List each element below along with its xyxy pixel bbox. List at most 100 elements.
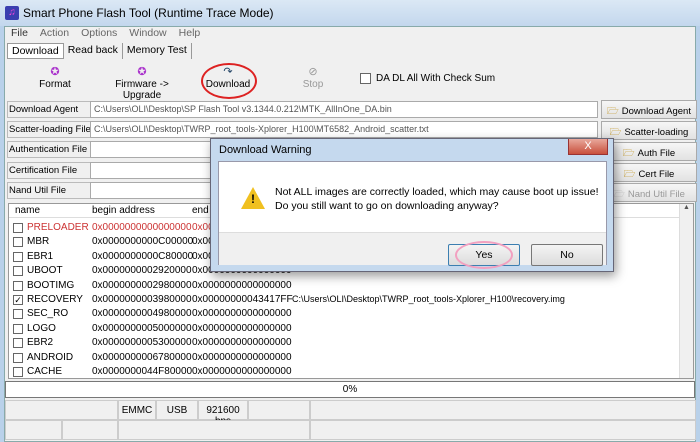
row-begin: 0x0000000005300000 bbox=[92, 337, 192, 349]
auth-button-label: Auth File bbox=[637, 148, 676, 159]
table-row[interactable]: SEC_RO 0x0000000004980000 0x000000000000… bbox=[9, 307, 679, 321]
format-icon: ✪ bbox=[50, 66, 60, 78]
row-checkbox[interactable] bbox=[13, 323, 23, 334]
auth-file-button[interactable]: 🗁 Auth File bbox=[601, 142, 697, 161]
tab-bar: Download Read back Memory Test bbox=[7, 43, 192, 59]
row-begin: 0x0000000006780000 bbox=[92, 351, 192, 363]
row-checkbox[interactable] bbox=[13, 223, 23, 233]
table-row[interactable]: LOGO 0x0000000005000000 0x00000000000000… bbox=[9, 322, 679, 336]
table-row[interactable]: BOOTIMG 0x0000000002980000 0x00000000000… bbox=[9, 279, 679, 293]
row-name: EBR2 bbox=[27, 337, 54, 349]
table-row[interactable]: CACHE 0x0000000044F80000 0x0000000000000… bbox=[9, 365, 679, 379]
row-name: MBR bbox=[27, 236, 50, 248]
cert-button-label: Cert File bbox=[638, 169, 675, 180]
tab-read-back[interactable]: Read back bbox=[63, 43, 123, 59]
row-checkbox[interactable] bbox=[13, 237, 23, 248]
nand-button-label: Nand Util File bbox=[627, 189, 685, 200]
row-name: RECOVERY bbox=[27, 294, 83, 305]
row-name: LOGO bbox=[27, 322, 56, 334]
nand-util-label: Nand Util File bbox=[7, 182, 91, 199]
row-begin: 0x0000000004980000 bbox=[92, 308, 192, 320]
menu-help[interactable]: Help bbox=[179, 27, 201, 41]
row-checkbox[interactable] bbox=[13, 338, 23, 349]
row-checkbox[interactable] bbox=[13, 251, 23, 262]
row-end: 0x0000000000000000 bbox=[192, 279, 292, 291]
row-name: ANDROID bbox=[27, 351, 74, 363]
row-checkbox[interactable] bbox=[13, 352, 23, 363]
cert-file-button[interactable]: 🗁 Cert File bbox=[601, 163, 697, 182]
table-row[interactable]: ✓ RECOVERY 0x0000000003980000 0x00000000… bbox=[9, 293, 679, 307]
status-cell bbox=[310, 420, 696, 440]
download-agent-input[interactable]: C:\Users\OLI\Desktop\SP Flash Tool v3.13… bbox=[90, 101, 598, 118]
row-end: 0x0000000000000000 bbox=[192, 337, 292, 349]
table-row[interactable]: EBR2 0x0000000005300000 0x00000000000000… bbox=[9, 336, 679, 350]
stop-icon: ⊘ bbox=[308, 66, 318, 78]
progress-bar: 0% bbox=[5, 381, 695, 398]
dialog-close-button[interactable]: X bbox=[568, 139, 608, 155]
row-begin: 0x0000000044F80000 bbox=[92, 366, 193, 377]
row-checkbox[interactable] bbox=[13, 266, 23, 277]
status-cell bbox=[62, 420, 118, 440]
menu-options[interactable]: Options bbox=[81, 27, 117, 41]
stop-label: Stop bbox=[302, 79, 324, 90]
stop-button[interactable]: ⊘ Stop bbox=[298, 65, 328, 90]
no-button[interactable]: No bbox=[531, 244, 603, 266]
scrollbar[interactable]: ▲ bbox=[679, 204, 693, 378]
row-end: 0x0000000000000000 bbox=[192, 366, 292, 377]
scatter-loading-button[interactable]: 🗁 Scatter-loading bbox=[601, 121, 697, 140]
tab-memory-test[interactable]: Memory Test bbox=[122, 43, 192, 59]
scatter-file-label: Scatter-loading File bbox=[7, 121, 91, 138]
dialog-body: ! Not ALL images are correctly loaded, w… bbox=[218, 161, 607, 269]
row-end: 0x0000000000000000 bbox=[192, 308, 292, 320]
download-agent-button-label: Download Agent bbox=[621, 106, 691, 117]
status-storage: EMMC bbox=[118, 400, 156, 420]
format-label: Format bbox=[39, 79, 71, 90]
folder-icon: 🗁 bbox=[609, 127, 622, 138]
col-name[interactable]: name bbox=[15, 205, 40, 216]
row-begin: 0x0000000002980000 bbox=[92, 279, 192, 291]
tab-download[interactable]: Download bbox=[7, 43, 64, 59]
firmware-label: Firmware -> Upgrade bbox=[115, 79, 169, 101]
app-icon: ♫ bbox=[5, 6, 19, 20]
row-end: 0x00000000043417FF bbox=[192, 294, 293, 305]
status-baud: 921600 bps bbox=[198, 400, 248, 427]
col-begin[interactable]: begin address bbox=[92, 205, 155, 216]
status-cell bbox=[248, 400, 310, 420]
window-title: Smart Phone Flash Tool (Runtime Trace Mo… bbox=[23, 6, 274, 20]
checksum-label: DA DL All With Check Sum bbox=[376, 73, 496, 84]
nand-util-button[interactable]: 🗁 Nand Util File bbox=[601, 183, 697, 202]
row-end: 0x0000000000000000 bbox=[192, 322, 292, 334]
auth-file-label: Authentication File bbox=[7, 141, 91, 158]
firmware-upgrade-button[interactable]: ✪ Firmware -> Upgrade bbox=[97, 65, 187, 101]
row-name: EBR1 bbox=[27, 250, 54, 262]
status-cell bbox=[5, 420, 62, 440]
table-row[interactable]: ANDROID 0x0000000006780000 0x00000000000… bbox=[9, 351, 679, 365]
download-agent-button[interactable]: 🗁 Download Agent bbox=[601, 100, 697, 119]
download-agent-label: Download Agent bbox=[7, 101, 91, 118]
format-button[interactable]: ✪ Format bbox=[35, 65, 75, 90]
row-begin: 0x0000000002920000 bbox=[92, 265, 192, 277]
row-checkbox[interactable] bbox=[13, 280, 23, 291]
row-name: UBOOT bbox=[27, 265, 63, 277]
status-cell bbox=[118, 420, 310, 440]
menu-file[interactable]: File bbox=[11, 27, 28, 41]
row-checkbox[interactable] bbox=[13, 309, 23, 320]
menu-action[interactable]: Action bbox=[40, 27, 69, 41]
row-name: BOOTIMG bbox=[27, 279, 75, 291]
status-port: USB bbox=[156, 400, 198, 420]
menu-window[interactable]: Window bbox=[129, 27, 166, 41]
scatter-button-label: Scatter-loading bbox=[624, 127, 689, 138]
dialog-message-line2: Do you still want to go on downloading a… bbox=[275, 200, 499, 212]
row-begin: 0x0000000005000000 bbox=[92, 322, 192, 334]
dialog-title: Download Warning bbox=[219, 144, 312, 156]
row-begin: 0x0000000003980000 bbox=[92, 294, 192, 305]
row-checkbox[interactable]: ✓ bbox=[13, 295, 23, 305]
dialog-message-line1: Not ALL images are correctly loaded, whi… bbox=[275, 186, 599, 198]
row-checkbox[interactable] bbox=[13, 367, 23, 377]
row-begin: 0x0000000000C80000 bbox=[92, 250, 194, 262]
annotation-circle bbox=[455, 241, 513, 269]
scatter-file-input[interactable]: C:\Users\OLI\Desktop\TWRP_root_tools-Xpl… bbox=[90, 121, 598, 138]
row-name: CACHE bbox=[27, 366, 63, 377]
row-name: PRELOADER bbox=[27, 222, 89, 233]
checksum-checkbox[interactable] bbox=[360, 73, 371, 84]
